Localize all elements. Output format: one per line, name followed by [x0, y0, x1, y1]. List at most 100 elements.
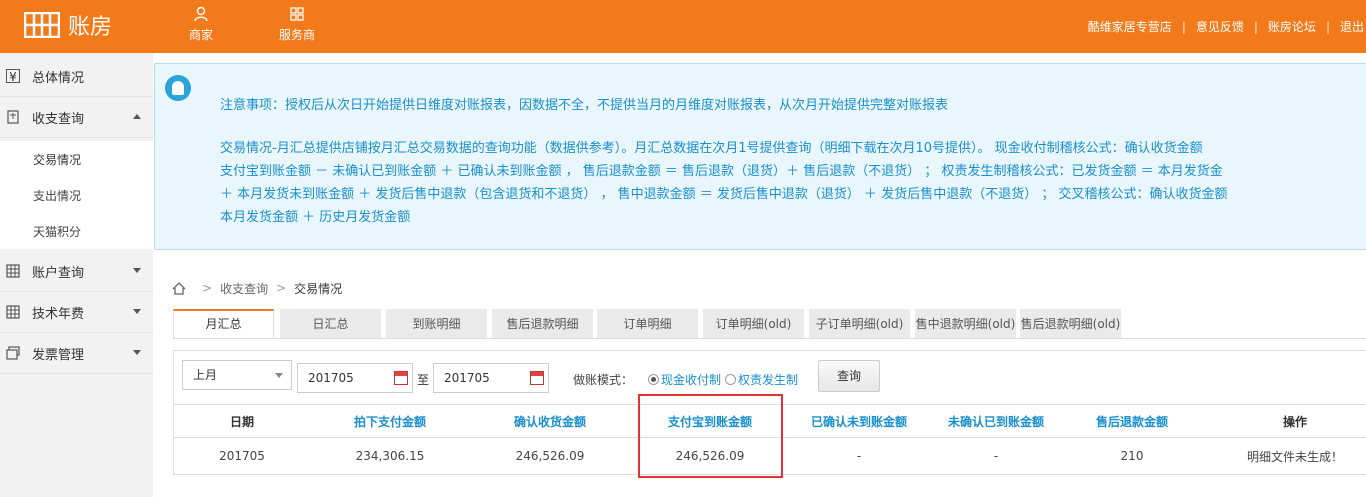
table-cell: 246,526.09	[515, 449, 585, 463]
date-from-input[interactable]: 201705	[297, 363, 413, 393]
table-cell: -	[856, 449, 862, 463]
logout-link[interactable]: 退出	[1340, 18, 1366, 35]
chevron-down-icon	[133, 350, 141, 355]
radio-unchecked-icon	[725, 374, 736, 385]
topnav-provider[interactable]: 服务商	[267, 0, 327, 53]
period-select[interactable]: 上月	[182, 360, 292, 390]
column-header: 日期	[229, 414, 254, 429]
query-button[interactable]: 查询	[818, 360, 880, 392]
date-from-value: 201705	[308, 371, 354, 385]
app-title: 账房	[68, 15, 113, 40]
period-select-value: 上月	[193, 368, 218, 382]
notice-text: 注意事项：授权后从次日开始提供日维度对账报表，因数据不全，不提供当月的月维度对账…	[220, 98, 949, 113]
top-bar: 账房 商家 服务商 酷维家居专营店 | 意见反馈 | 账房论坛 | 退出	[0, 0, 1366, 53]
date-to-input[interactable]: 201705	[433, 363, 549, 393]
calendar-icon[interactable]	[394, 371, 408, 385]
table-cell: 234,306.15	[355, 449, 425, 463]
to-label: 至	[417, 373, 430, 387]
tab-aftersale-refund-detail-old[interactable]: 售后退款明细(old)	[1020, 309, 1121, 339]
tab-daily[interactable]: 日汇总	[280, 309, 381, 339]
notice-text: 本月发货金额 ＋ 历史月发货金额	[220, 210, 411, 225]
sidebar-item-account[interactable]: 账户查询	[0, 251, 153, 292]
yen-icon: ¥	[6, 69, 20, 84]
sidebar-item-label: 发票管理	[32, 347, 85, 363]
calendar-icon[interactable]	[530, 371, 544, 385]
notice-text: 支付宝到账金额 － 未确认已到账金额 ＋ 已确认未到账金额 ， 售后退款金额 ＝…	[220, 164, 1223, 179]
mode-accrual-radio[interactable]: 权责发生制	[725, 371, 798, 388]
info-icon	[165, 75, 191, 101]
sidebar-item-label: 账户查询	[32, 265, 85, 281]
sidebar-subitem-points[interactable]: 天猫积分	[0, 213, 153, 249]
sidebar-item-overview[interactable]: ¥ 总体情况	[0, 56, 153, 97]
table-cell: 210	[1120, 449, 1144, 463]
breadcrumb-item[interactable]: 收支查询	[220, 280, 268, 297]
sidebar-subitem-label: 天猫积分	[33, 224, 82, 239]
column-header[interactable]: 售后退款金额	[1064, 405, 1200, 437]
tab-suborder-detail-old[interactable]: 子订单明细(old)	[809, 309, 910, 339]
table-cell: 明细文件未生成！	[1246, 449, 1343, 464]
table-icon	[6, 264, 20, 278]
tab-arrival-detail[interactable]: 到账明细	[386, 309, 487, 339]
topnav-merchant-label: 商家	[188, 28, 213, 42]
sidebar-subitem-trade[interactable]: 交易情况	[0, 141, 153, 177]
separator: |	[1181, 19, 1186, 34]
column-header[interactable]: 确认收货金额	[470, 405, 630, 437]
breadcrumb-separator: >	[276, 281, 287, 295]
highlight-box	[638, 394, 783, 478]
sidebar-item-label: 收支查询	[32, 111, 85, 127]
sidebar: ¥ 总体情况 收支查询 交易情况 支出情况 天猫积分 账户查询 技术年费 发票管…	[0, 53, 153, 497]
chevron-down-icon	[275, 373, 283, 378]
logo[interactable]: 账房	[24, 10, 112, 40]
table-cell: -	[993, 449, 999, 463]
mode-cash-radio[interactable]: 现金收付制	[648, 371, 721, 388]
column-header[interactable]: 未确认已到账金额	[928, 405, 1064, 437]
forum-link[interactable]: 账房论坛	[1268, 18, 1316, 35]
separator: |	[1253, 19, 1258, 34]
tab-insale-refund-detail-old[interactable]: 售中退款明细(old)	[915, 309, 1016, 339]
notice-panel: 注意事项：授权后从次日开始提供日维度对账报表，因数据不全，不提供当月的月维度对账…	[154, 63, 1366, 250]
abacus-icon	[24, 12, 60, 38]
sidebar-item-techfee[interactable]: 技术年费	[0, 292, 153, 333]
notice-text: 交易情况-月汇总提供店铺按月汇总交易数据的查询功能（数据供参考）。月汇总数据在次…	[220, 141, 1203, 156]
chevron-up-icon	[133, 114, 141, 119]
table-cell: 201705	[219, 449, 265, 463]
sidebar-item-invoice[interactable]: 发票管理	[0, 333, 153, 374]
tab-monthly[interactable]: 月汇总	[173, 309, 274, 339]
user-icon	[194, 6, 208, 22]
tab-underline	[173, 338, 1366, 339]
document-icon	[7, 110, 19, 124]
breadcrumb-current: 交易情况	[294, 281, 343, 296]
breadcrumb-separator: >	[202, 281, 213, 295]
radio-checked-icon	[648, 374, 659, 385]
top-links: 酷维家居专营店 | 意见反馈 | 账房论坛 | 退出	[1088, 0, 1366, 53]
chevron-down-icon	[133, 268, 141, 273]
feedback-link[interactable]: 意见反馈	[1196, 18, 1244, 35]
sidebar-subitem-label: 支出情况	[33, 188, 82, 203]
sidebar-item-label: 总体情况	[32, 70, 85, 86]
column-header[interactable]: 拍下支付金额	[310, 405, 470, 437]
date-to-value: 201705	[444, 371, 490, 385]
column-header[interactable]: 已确认未到账金额	[790, 405, 928, 437]
mode-cash-label: 现金收付制	[661, 373, 722, 387]
chevron-down-icon	[133, 309, 141, 314]
sidebar-subitem-label: 交易情况	[33, 152, 82, 167]
invoice-icon	[6, 346, 20, 360]
sidebar-item-income[interactable]: 收支查询	[0, 97, 153, 138]
tab-aftersale-refund-detail[interactable]: 售后退款明细	[492, 309, 593, 339]
notice-text: ＋ 本月发货未到账金额 ＋ 发货后售中退款（包含退货和不退货） ， 售中退款金额…	[220, 187, 1228, 202]
topnav-merchant[interactable]: 商家	[171, 0, 231, 53]
tab-order-detail[interactable]: 订单明细	[597, 309, 698, 339]
tab-order-detail-old[interactable]: 订单明细(old)	[703, 309, 804, 339]
grid-icon	[290, 7, 304, 21]
mode-accrual-label: 权责发生制	[738, 373, 799, 387]
shop-link[interactable]: 酷维家居专营店	[1088, 18, 1172, 35]
table-icon	[6, 305, 20, 319]
home-icon[interactable]	[172, 281, 186, 295]
column-header: 操作	[1282, 414, 1307, 429]
sidebar-subitem-expense[interactable]: 支出情况	[0, 177, 153, 213]
separator: |	[1325, 19, 1330, 34]
breadcrumb: > 收支查询 > 交易情况	[172, 279, 342, 297]
sidebar-item-label: 技术年费	[32, 306, 85, 322]
mode-label: 做账模式：	[573, 373, 634, 387]
topnav-provider-label: 服务商	[278, 28, 315, 42]
